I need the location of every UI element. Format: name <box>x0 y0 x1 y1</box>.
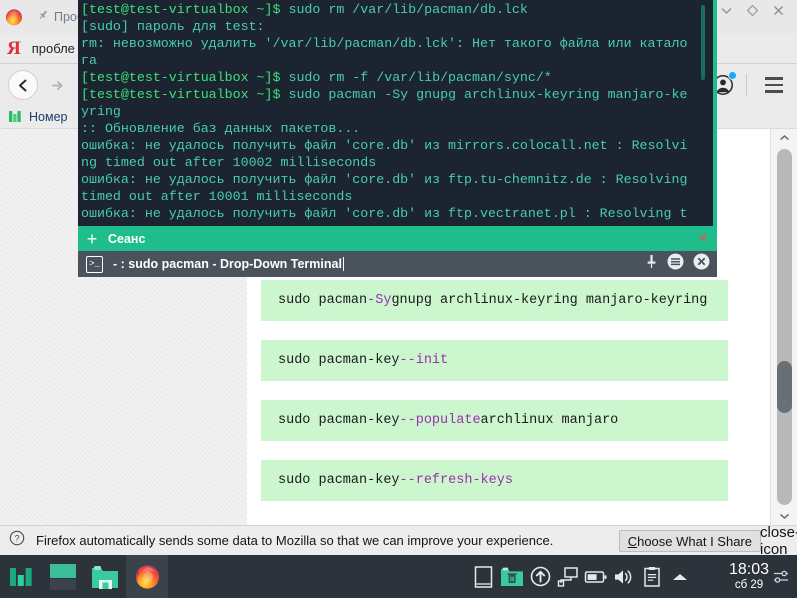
question-mark-icon: ? <box>9 530 25 551</box>
menu-circle-icon[interactable] <box>667 253 684 275</box>
code-block[interactable]: sudo pacman-key --populate archlinux man… <box>261 400 728 441</box>
dropdown-terminal-window: [test@test-virtualbox ~]$ sudo rm /var/l… <box>78 0 717 277</box>
volume-icon[interactable] <box>610 555 638 598</box>
firefox-icon[interactable] <box>126 555 168 598</box>
code-block[interactable]: sudo pacman-key --init <box>261 340 728 381</box>
terminal-window-buttons <box>645 251 710 277</box>
nav-toolbar-right <box>710 65 797 105</box>
terminal-command: sudo rm -f /var/lib/pacman/sync/* <box>288 70 552 85</box>
terminal-output-line: ошибка: не удалось получить файл 'core.d… <box>81 138 688 170</box>
updates-icon[interactable] <box>526 555 554 598</box>
window-controls <box>720 4 793 22</box>
minimize-button[interactable] <box>720 4 733 22</box>
clock-date: сб 29 <box>734 578 764 591</box>
code-command: sudo pacman-key <box>278 473 400 488</box>
code-flag: -Sy <box>367 293 392 308</box>
bookmark-item[interactable]: Номер <box>8 109 67 124</box>
notification-message: Firefox automatically sends some data to… <box>36 533 554 548</box>
trash-icon[interactable] <box>498 555 526 598</box>
taskbar-launchers <box>0 555 168 598</box>
close-circle-icon[interactable] <box>693 253 710 275</box>
terminal-icon: >_ <box>86 255 103 273</box>
terminal-command: sudo rm /var/lib/pacman/db.lck <box>288 2 528 17</box>
code-args: archlinux manjaro <box>480 413 619 428</box>
show-desktop-icon[interactable] <box>42 555 84 598</box>
back-button[interactable] <box>8 70 38 100</box>
account-badge <box>728 71 737 80</box>
code-flag: --init <box>399 353 449 368</box>
sliders-icon[interactable] <box>769 555 793 598</box>
terminal-text: [test@test-virtualbox ~]$ sudo rm /var/l… <box>81 1 691 222</box>
terminal-tab-session[interactable]: Сеанс <box>106 226 157 251</box>
battery-icon[interactable] <box>582 555 610 598</box>
search-input[interactable]: пробле <box>32 41 75 56</box>
terminal-output-area[interactable]: [test@test-virtualbox ~]$ sudo rm /var/l… <box>78 0 717 226</box>
terminal-scrollbar[interactable] <box>701 5 705 80</box>
code-block[interactable]: sudo pacman -Sy gnupg archlinux-keyring … <box>261 280 728 321</box>
scrollbar-track[interactable] <box>777 149 792 505</box>
terminal-prompt: [test@test-virtualbox ~]$ <box>81 2 289 17</box>
show-hidden-icon[interactable] <box>666 555 694 598</box>
code-command: sudo pacman-key <box>278 353 400 368</box>
terminal-output-line: rm: невозможно удалить '/var/lib/pacman/… <box>81 36 688 68</box>
maximize-button[interactable] <box>746 4 759 22</box>
taskbar: 18:03 сб 29 <box>0 555 797 598</box>
terminal-prompt: [test@test-virtualbox ~]$ <box>81 70 289 85</box>
scrollbar-thumb[interactable] <box>777 361 792 413</box>
pin-icon[interactable] <box>645 254 658 274</box>
bookmark-label: Номер <box>29 109 68 124</box>
bookmark-green-icon <box>8 109 23 124</box>
terminal-output-line: ошибка: не удалось получить файл 'core.d… <box>81 172 696 204</box>
svg-text:?: ? <box>14 534 19 544</box>
terminal-tab-bar: + Сеанс × <box>78 226 717 251</box>
scroll-down-icon[interactable] <box>771 507 797 525</box>
forward-button[interactable] <box>43 71 71 99</box>
terminal-output-line: [sudo] пароль для test: <box>81 19 265 34</box>
clock-time: 18:03 <box>728 560 769 578</box>
code-command: sudo pacman <box>278 293 368 308</box>
terminal-title: - : sudo pacman - Drop-Down Terminal <box>113 257 342 271</box>
choose-what-i-share-button[interactable]: Choose What I Share <box>618 530 761 552</box>
button-label: hoose What I Share <box>637 533 752 549</box>
network-icon[interactable] <box>554 555 582 598</box>
terminal-title-bar[interactable]: >_ - : sudo pacman - Drop-Down Terminal <box>78 251 717 277</box>
terminal-output-line: :: Обновление баз данных пакетов... <box>81 121 361 136</box>
code-flag: --refresh-keys <box>399 473 513 488</box>
hamburger-menu-icon[interactable] <box>759 70 789 100</box>
firefox-logo-icon <box>5 8 23 26</box>
code-block[interactable]: sudo pacman-key --refresh-keys <box>261 460 728 501</box>
system-tray <box>470 555 694 598</box>
notification-bar: ? Firefox automatically sends some data … <box>0 524 797 558</box>
code-command: sudo pacman-key <box>278 413 400 428</box>
file-manager-icon[interactable] <box>84 555 126 598</box>
manjaro-menu-icon[interactable] <box>0 555 42 598</box>
yandex-logo-icon: Я <box>7 38 21 59</box>
code-flag: --populate <box>399 413 481 428</box>
button-accesskey: C <box>627 533 638 549</box>
clock[interactable]: 18:03 сб 29 <box>729 555 769 598</box>
notification-close-icon[interactable]: close-icon <box>760 524 797 558</box>
pin-icon <box>37 8 49 26</box>
code-args: gnupg archlinux-keyring manjaro-keyring <box>391 293 708 308</box>
terminal-tab-close-icon[interactable]: × <box>698 229 708 246</box>
text-caret <box>342 257 344 271</box>
toolbar-divider <box>746 74 747 96</box>
close-button[interactable] <box>772 4 785 22</box>
page-scrollbar[interactable] <box>770 129 797 525</box>
terminal-prompt: [test@test-virtualbox ~]$ <box>81 87 289 102</box>
scroll-up-icon[interactable] <box>771 129 797 147</box>
window-list-icon[interactable] <box>470 555 498 598</box>
clipboard-icon[interactable] <box>638 555 666 598</box>
new-session-button[interactable]: + <box>78 226 106 251</box>
terminal-output-line: ошибка: не удалось получить файл 'core.d… <box>81 206 688 221</box>
